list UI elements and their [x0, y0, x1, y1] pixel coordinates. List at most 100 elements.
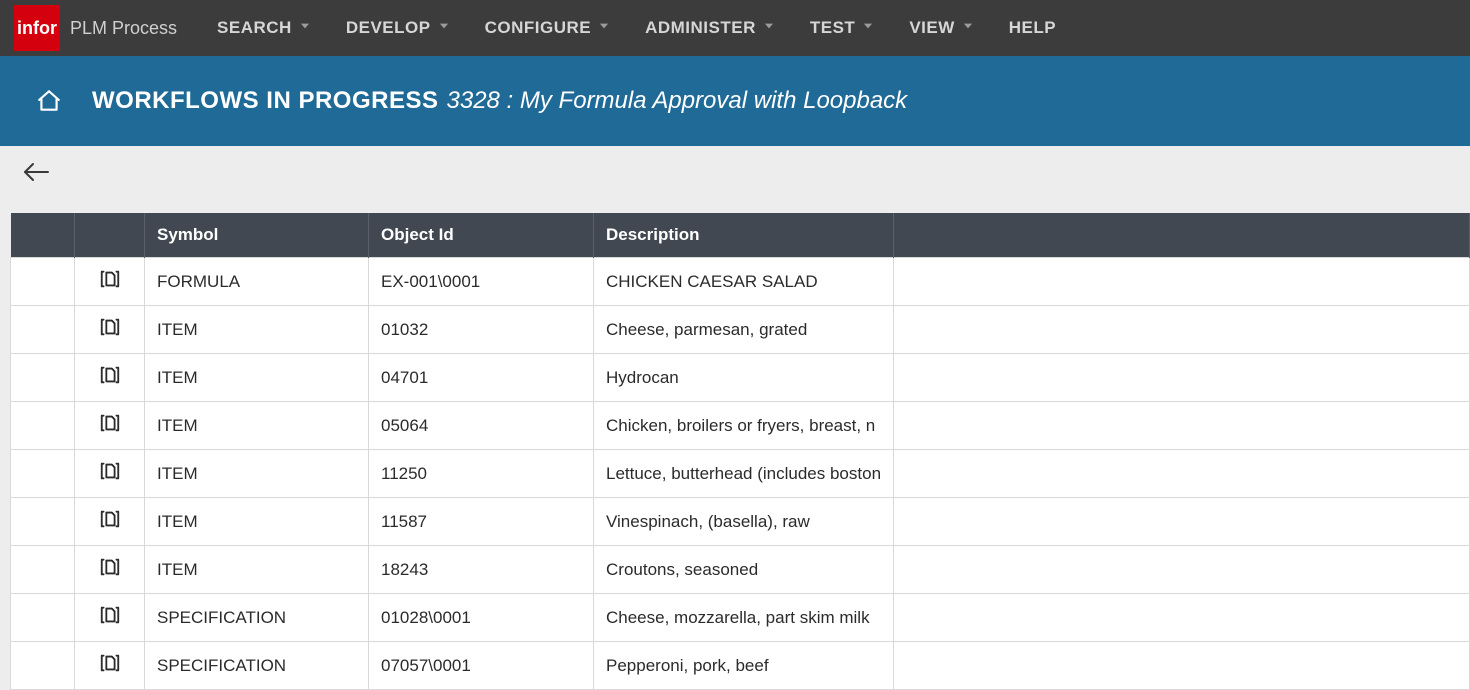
chevron-down-icon — [437, 18, 451, 38]
nav-item-administer[interactable]: ADMINISTER — [645, 18, 776, 38]
table-row[interactable]: ITEM01032Cheese, parmesan, grated — [11, 306, 1470, 354]
nav-item-label: SEARCH — [217, 18, 292, 38]
nav-item-search[interactable]: SEARCH — [217, 18, 312, 38]
nav-item-view[interactable]: VIEW — [909, 18, 974, 38]
cell-empty — [894, 450, 1470, 498]
cell-objectid: 04701 — [369, 354, 594, 402]
nav-item-configure[interactable]: CONFIGURE — [485, 18, 612, 38]
cell-description: Vinespinach, (basella), raw — [594, 498, 894, 546]
object-icon[interactable] — [99, 412, 121, 434]
home-icon[interactable] — [36, 88, 62, 114]
page-title: WORKFLOWS IN PROGRESS — [92, 87, 439, 115]
row-select-cell[interactable] — [11, 354, 75, 402]
page-header: WORKFLOWS IN PROGRESS 3328 : My Formula … — [0, 56, 1470, 146]
cell-symbol: ITEM — [145, 354, 369, 402]
row-select-cell[interactable] — [11, 258, 75, 306]
table-row[interactable]: ITEM11587Vinespinach, (basella), raw — [11, 498, 1470, 546]
cell-description: Lettuce, butterhead (includes boston — [594, 450, 894, 498]
col-header-rest — [894, 213, 1470, 258]
cell-symbol: ITEM — [145, 306, 369, 354]
col-header-description[interactable]: Description — [594, 213, 894, 258]
row-icon-cell — [75, 546, 145, 594]
cell-symbol: ITEM — [145, 450, 369, 498]
object-icon[interactable] — [99, 268, 121, 290]
cell-description: Cheese, mozzarella, part skim milk — [594, 594, 894, 642]
table-row[interactable]: ITEM05064Chicken, broilers or fryers, br… — [11, 402, 1470, 450]
cell-description: Cheese, parmesan, grated — [594, 306, 894, 354]
object-icon[interactable] — [99, 316, 121, 338]
nav-item-help[interactable]: HELP — [1009, 18, 1056, 38]
row-select-cell[interactable] — [11, 546, 75, 594]
cell-description: CHICKEN CAESAR SALAD — [594, 258, 894, 306]
table-row[interactable]: ITEM04701Hydrocan — [11, 354, 1470, 402]
row-select-cell[interactable] — [11, 594, 75, 642]
chevron-down-icon — [597, 18, 611, 38]
table-row[interactable]: SPECIFICATION01028\0001Cheese, mozzarell… — [11, 594, 1470, 642]
object-icon[interactable] — [99, 508, 121, 530]
top-menu: SEARCH DEVELOP CONFIGURE ADMINISTER TEST VIEW… — [217, 18, 1056, 38]
cell-empty — [894, 306, 1470, 354]
table-row[interactable]: ITEM18243Croutons, seasoned — [11, 546, 1470, 594]
page-subtitle: 3328 : My Formula Approval with Loopback — [447, 87, 908, 115]
nav-item-label: TEST — [810, 18, 855, 38]
brand-logo[interactable]: infor — [14, 5, 60, 51]
data-grid: Symbol Object Id Description FORMULAEX-0… — [10, 213, 1470, 690]
row-select-cell[interactable] — [11, 306, 75, 354]
cell-objectid: 01032 — [369, 306, 594, 354]
object-icon[interactable] — [99, 556, 121, 578]
cell-empty — [894, 498, 1470, 546]
chevron-down-icon — [961, 18, 975, 38]
row-select-cell[interactable] — [11, 498, 75, 546]
cell-symbol: ITEM — [145, 546, 369, 594]
row-icon-cell — [75, 450, 145, 498]
cell-empty — [894, 546, 1470, 594]
col-header-symbol[interactable]: Symbol — [145, 213, 369, 258]
toolbar — [0, 146, 1470, 213]
cell-empty — [894, 642, 1470, 690]
cell-empty — [894, 594, 1470, 642]
cell-description: Hydrocan — [594, 354, 894, 402]
cell-symbol: FORMULA — [145, 258, 369, 306]
row-select-cell[interactable] — [11, 642, 75, 690]
col-header-icon — [75, 213, 145, 258]
back-icon[interactable] — [22, 160, 52, 184]
cell-empty — [894, 354, 1470, 402]
table-row[interactable]: ITEM11250Lettuce, butterhead (includes b… — [11, 450, 1470, 498]
object-icon[interactable] — [99, 652, 121, 674]
table-row[interactable]: SPECIFICATION07057\0001Pepperoni, pork, … — [11, 642, 1470, 690]
nav-item-label: DEVELOP — [346, 18, 431, 38]
chevron-down-icon — [298, 18, 312, 38]
cell-description: Pepperoni, pork, beef — [594, 642, 894, 690]
chevron-down-icon — [762, 18, 776, 38]
nav-item-test[interactable]: TEST — [810, 18, 875, 38]
top-nav: infor PLM Process SEARCH DEVELOP CONFIGURE… — [0, 0, 1470, 56]
cell-objectid: 11250 — [369, 450, 594, 498]
row-icon-cell — [75, 642, 145, 690]
object-icon[interactable] — [99, 604, 121, 626]
nav-item-label: VIEW — [909, 18, 954, 38]
object-icon[interactable] — [99, 364, 121, 386]
chevron-down-icon — [861, 18, 875, 38]
cell-description: Croutons, seasoned — [594, 546, 894, 594]
cell-empty — [894, 402, 1470, 450]
cell-objectid: 07057\0001 — [369, 642, 594, 690]
nav-item-label: ADMINISTER — [645, 18, 756, 38]
row-icon-cell — [75, 258, 145, 306]
row-icon-cell — [75, 354, 145, 402]
table-row[interactable]: FORMULAEX-001\0001CHICKEN CAESAR SALAD — [11, 258, 1470, 306]
nav-item-develop[interactable]: DEVELOP — [346, 18, 451, 38]
cell-symbol: SPECIFICATION — [145, 594, 369, 642]
col-header-objectid[interactable]: Object Id — [369, 213, 594, 258]
row-select-cell[interactable] — [11, 450, 75, 498]
nav-item-label: HELP — [1009, 18, 1056, 38]
table-header-row: Symbol Object Id Description — [11, 213, 1470, 258]
col-header-select — [11, 213, 75, 258]
cell-symbol: ITEM — [145, 498, 369, 546]
row-icon-cell — [75, 402, 145, 450]
cell-symbol: ITEM — [145, 402, 369, 450]
row-select-cell[interactable] — [11, 402, 75, 450]
row-icon-cell — [75, 594, 145, 642]
object-icon[interactable] — [99, 460, 121, 482]
app-name: PLM Process — [70, 18, 177, 39]
cell-objectid: EX-001\0001 — [369, 258, 594, 306]
